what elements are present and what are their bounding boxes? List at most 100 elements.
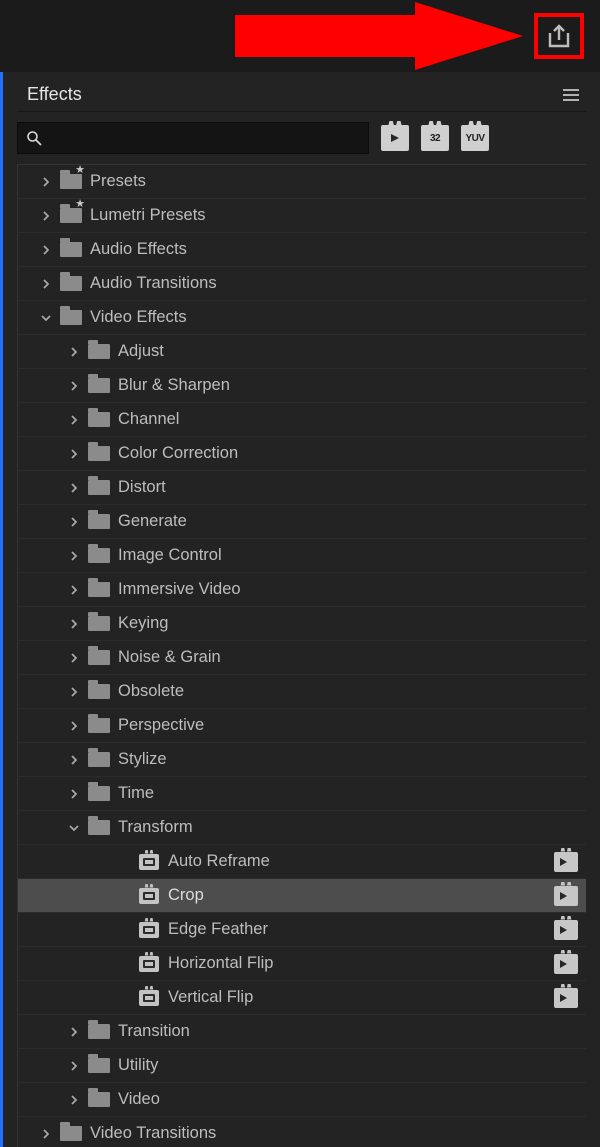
chevron-right-icon[interactable] (66, 550, 82, 562)
tree-item[interactable]: Horizontal Flip (18, 947, 586, 981)
folder-icon (86, 342, 112, 362)
tree-item[interactable]: Stylize (18, 743, 586, 777)
accelerated-badge-icon (554, 988, 578, 1008)
chevron-right-icon[interactable] (66, 754, 82, 766)
tree-item[interactable]: Presets (18, 165, 586, 199)
tree-item[interactable]: Noise & Grain (18, 641, 586, 675)
chevron-right-icon[interactable] (66, 1060, 82, 1072)
search-field[interactable] (48, 130, 360, 147)
tree-item-label: Image Control (118, 546, 578, 565)
tree-item-label: Transform (118, 818, 578, 837)
tree-item[interactable]: Video Transitions (18, 1117, 586, 1147)
effects-tree: Presets Lumetri Presets Audio Effects Audio… (17, 164, 586, 1147)
chevron-down-icon[interactable] (66, 823, 82, 833)
tree-item[interactable]: Video Effects (18, 301, 586, 335)
folder-icon (86, 580, 112, 600)
tree-item[interactable]: Lumetri Presets (18, 199, 586, 233)
chevron-right-icon[interactable] (38, 176, 54, 188)
tree-item[interactable]: Audio Effects (18, 233, 586, 267)
tree-item-label: Perspective (118, 716, 578, 735)
search-row: 32 YUV (17, 112, 586, 164)
tree-item-label: Stylize (118, 750, 578, 769)
chevron-right-icon[interactable] (38, 210, 54, 222)
chevron-right-icon[interactable] (66, 720, 82, 732)
preset-icon (136, 920, 162, 940)
tree-item[interactable]: Color Correction (18, 437, 586, 471)
panel-title: Effects (27, 84, 82, 105)
folder-icon (58, 274, 84, 294)
chevron-right-icon[interactable] (38, 278, 54, 290)
tree-item-label: Time (118, 784, 578, 803)
folder-icon (86, 478, 112, 498)
tree-item[interactable]: Audio Transitions (18, 267, 586, 301)
tree-item[interactable]: Vertical Flip (18, 981, 586, 1015)
effects-panel: Effects 32 YUV Presets Lumetri Presets Aud… (0, 72, 600, 1147)
tree-item-label: Audio Effects (90, 240, 578, 259)
chevron-right-icon[interactable] (66, 788, 82, 800)
folder-icon (86, 1090, 112, 1110)
tree-item[interactable]: Distort (18, 471, 586, 505)
chevron-down-icon[interactable] (38, 313, 54, 323)
tree-item[interactable]: Perspective (18, 709, 586, 743)
export-icon[interactable] (546, 24, 572, 48)
search-icon (26, 130, 42, 146)
folder-star-icon (58, 206, 84, 226)
chevron-right-icon[interactable] (66, 1026, 82, 1038)
chevron-right-icon[interactable] (66, 1094, 82, 1106)
folder-icon (86, 614, 112, 634)
tree-item[interactable]: Obsolete (18, 675, 586, 709)
chevron-right-icon[interactable] (66, 414, 82, 426)
chevron-right-icon[interactable] (66, 448, 82, 460)
32bit-effects-toggle[interactable]: 32 (421, 125, 449, 151)
tree-item[interactable]: Auto Reframe (18, 845, 586, 879)
folder-icon (86, 546, 112, 566)
tree-item[interactable]: Time (18, 777, 586, 811)
tree-item-label: Video Effects (90, 308, 578, 327)
tree-item-label: Audio Transitions (90, 274, 578, 293)
tree-item[interactable]: Transform (18, 811, 586, 845)
tree-item[interactable]: Keying (18, 607, 586, 641)
chevron-right-icon[interactable] (66, 686, 82, 698)
folder-icon (86, 512, 112, 532)
tree-item-label: Horizontal Flip (168, 954, 548, 973)
tree-item[interactable]: Transition (18, 1015, 586, 1049)
chevron-right-icon[interactable] (38, 244, 54, 256)
effects-search-input[interactable] (17, 122, 369, 154)
chevron-right-icon[interactable] (66, 618, 82, 630)
tree-item[interactable]: Utility (18, 1049, 586, 1083)
chevron-right-icon[interactable] (66, 482, 82, 494)
panel-menu-icon[interactable] (560, 84, 582, 106)
chevron-right-icon[interactable] (66, 380, 82, 392)
top-bar (0, 0, 600, 72)
accelerated-effects-toggle[interactable] (381, 125, 409, 151)
tree-item-label: Lumetri Presets (90, 206, 578, 225)
tree-item[interactable]: Image Control (18, 539, 586, 573)
yuv-effects-toggle[interactable]: YUV (461, 125, 489, 151)
chevron-right-icon[interactable] (66, 652, 82, 664)
tree-item-label: Color Correction (118, 444, 578, 463)
accelerated-badge-icon (554, 954, 578, 974)
folder-icon (58, 308, 84, 328)
tree-item[interactable]: Crop (18, 879, 586, 913)
chevron-right-icon[interactable] (66, 346, 82, 358)
tree-item[interactable]: Immersive Video (18, 573, 586, 607)
chevron-right-icon[interactable] (38, 1128, 54, 1140)
tree-item[interactable]: Edge Feather (18, 913, 586, 947)
chevron-right-icon[interactable] (66, 584, 82, 596)
tree-item[interactable]: Channel (18, 403, 586, 437)
tree-item-label: Presets (90, 172, 578, 191)
tree-item-label: Crop (168, 886, 548, 905)
tree-item[interactable]: Generate (18, 505, 586, 539)
folder-icon (86, 750, 112, 770)
chevron-right-icon[interactable] (66, 516, 82, 528)
tree-item[interactable]: Video (18, 1083, 586, 1117)
tree-item[interactable]: Blur & Sharpen (18, 369, 586, 403)
folder-icon (58, 240, 84, 260)
preset-icon (136, 886, 162, 906)
folder-icon (86, 1022, 112, 1042)
export-button-highlight (534, 13, 584, 59)
tree-item-label: Channel (118, 410, 578, 429)
tree-item-label: Utility (118, 1056, 578, 1075)
tree-item[interactable]: Adjust (18, 335, 586, 369)
tree-item-label: Distort (118, 478, 578, 497)
